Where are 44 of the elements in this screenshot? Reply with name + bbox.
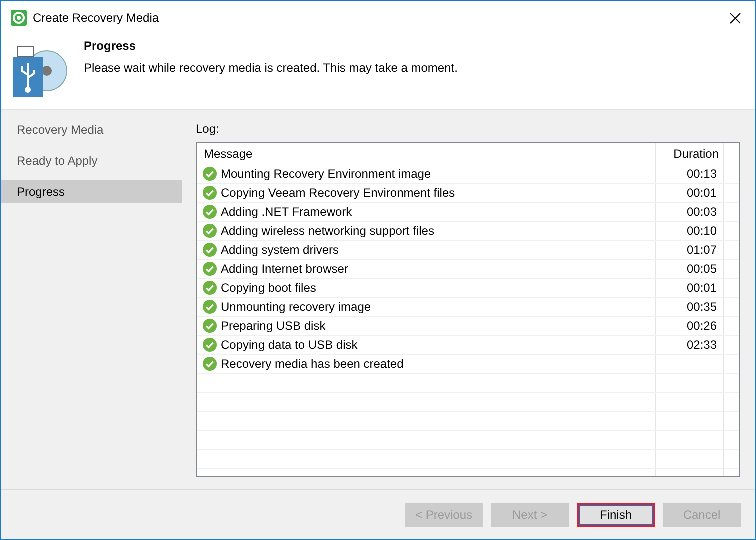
log-duration: 00:03 <box>686 204 717 221</box>
log-message: Copying Veeam Recovery Environment files <box>221 185 456 202</box>
app-logo-icon <box>11 10 27 26</box>
column-header[interactable]: Duration <box>655 143 723 165</box>
log-label: Log: <box>196 121 220 138</box>
success-icon <box>203 262 217 276</box>
log-duration: 00:35 <box>686 299 717 316</box>
log-message: Copying boot files <box>221 280 316 297</box>
page-title: Progress <box>84 38 138 54</box>
log-message: Adding .NET Framework <box>221 204 352 221</box>
success-icon <box>203 167 217 181</box>
close-icon <box>730 12 740 24</box>
log-duration: 00:10 <box>686 223 717 240</box>
sidebar-item[interactable]: Ready to Apply <box>1 149 182 172</box>
log-message: Copying data to USB disk <box>221 337 358 354</box>
wizard-button[interactable]: Finish <box>577 502 655 526</box>
log-message: Preparing USB disk <box>221 318 326 335</box>
success-icon <box>203 243 217 257</box>
window-title: Create Recovery Media <box>33 10 160 27</box>
success-icon <box>203 357 217 371</box>
log-duration: 00:05 <box>686 261 717 278</box>
log-message: Adding system drivers <box>221 242 340 259</box>
log-duration: 01:07 <box>686 242 717 259</box>
log-duration: 00:13 <box>686 166 717 183</box>
log-duration: 02:33 <box>686 337 717 354</box>
sidebar-item[interactable]: Recovery Media <box>1 118 182 141</box>
sidebar-item[interactable]: Progress <box>1 180 182 203</box>
success-icon <box>203 205 217 219</box>
success-icon <box>203 300 217 314</box>
log-duration: 00:01 <box>686 185 717 202</box>
log-message: Adding Internet browser <box>221 261 348 278</box>
log-duration: 00:01 <box>686 280 717 297</box>
log-message: Mounting Recovery Environment image <box>221 166 432 183</box>
column-header[interactable]: Message <box>197 143 655 165</box>
success-icon <box>203 338 217 352</box>
log-duration: 00:26 <box>686 318 717 335</box>
log-message: Unmounting recovery image <box>221 299 372 316</box>
success-icon <box>203 186 217 200</box>
log-message: Adding wireless networking support files <box>221 223 434 240</box>
success-icon <box>203 319 217 333</box>
success-icon <box>203 281 217 295</box>
page-subtitle: Please wait while recovery media is created. This may take a moment. <box>84 60 458 77</box>
log-message: Recovery media has been created <box>221 356 404 373</box>
success-icon <box>203 224 217 238</box>
